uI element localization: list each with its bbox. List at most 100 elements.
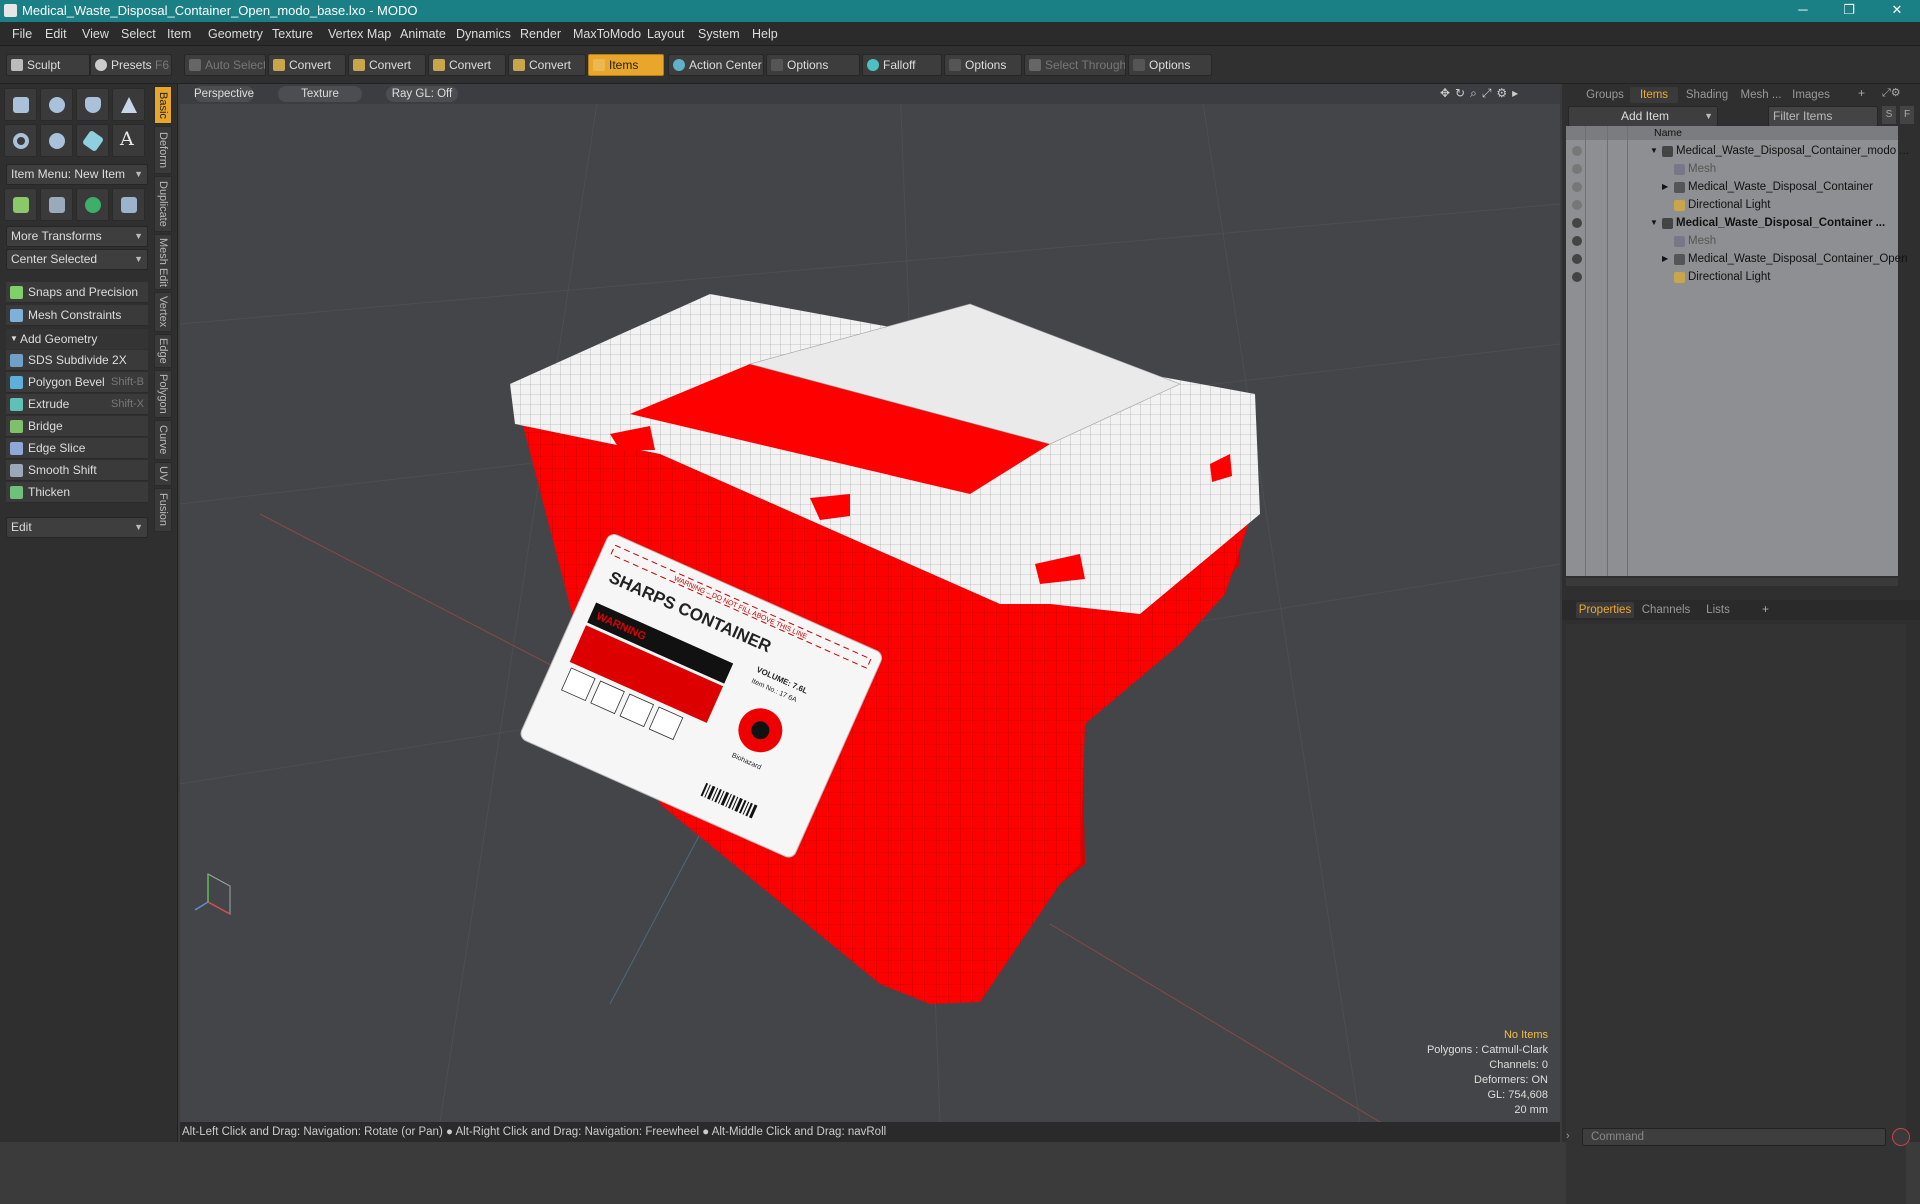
edge-slice-button[interactable]: Edge Slice — [6, 438, 148, 459]
tab-images[interactable]: Images — [1788, 87, 1834, 103]
tab-properties[interactable]: Properties — [1576, 602, 1634, 618]
visibility-eye-icon[interactable] — [1572, 236, 1582, 246]
visibility-eye-icon[interactable] — [1572, 146, 1582, 156]
tab-edge[interactable]: Edge — [154, 334, 172, 368]
tab-channels[interactable]: Channels — [1638, 602, 1694, 618]
tree-row[interactable]: ▼ Medical_Waste_Disposal_Container ... — [1566, 214, 1898, 232]
visibility-eye-icon[interactable] — [1572, 164, 1582, 174]
text-tool-button[interactable]: A — [112, 124, 145, 157]
shading-texture-button[interactable]: Texture — [278, 86, 362, 102]
transform-button[interactable] — [4, 188, 37, 221]
tab-deform[interactable]: Deform — [154, 126, 172, 174]
menu-view[interactable]: View — [82, 27, 109, 41]
tree-row[interactable]: Mesh — [1566, 232, 1898, 250]
tab-duplicate[interactable]: Duplicate — [154, 176, 172, 232]
pen-tool-button[interactable] — [76, 124, 109, 157]
falloff-button[interactable]: Falloff — [862, 54, 942, 76]
action-center-options-button[interactable]: Options — [766, 54, 860, 76]
convert-vertices-button[interactable]: Convert — [268, 54, 346, 76]
add-tab-icon[interactable]: + — [1762, 602, 1769, 616]
maximize-button[interactable]: ❐ — [1826, 0, 1872, 22]
presets-button[interactable]: Presets F6 — [90, 54, 172, 76]
tab-lists[interactable]: Lists — [1698, 602, 1738, 618]
tab-fusion[interactable]: Fusion — [154, 488, 172, 532]
filter-f-button[interactable]: F — [1900, 106, 1914, 124]
expand-icon[interactable]: ▼ — [1650, 214, 1658, 232]
tab-shading[interactable]: Shading — [1680, 87, 1734, 103]
tree-row[interactable]: Mesh — [1566, 160, 1898, 178]
tree-row[interactable]: ▼ Medical_Waste_Disposal_Container_modo .… — [1566, 142, 1909, 160]
items-mode-button[interactable]: Items — [588, 54, 664, 76]
thicken-button[interactable]: Thicken — [6, 482, 148, 503]
snaps-precision-button[interactable]: Snaps and Precision — [6, 282, 148, 303]
sharps-container-model[interactable]: WARNING – DO NOT FILL ABOVE THIS LINE SH… — [510, 294, 1260, 1004]
rotate-button[interactable] — [76, 188, 109, 221]
tab-mesh-edit[interactable]: Mesh Edit — [154, 234, 172, 290]
tab-uv[interactable]: UV — [154, 462, 172, 486]
menu-help[interactable]: Help — [752, 27, 778, 41]
capsule-primitive-button[interactable] — [40, 124, 73, 157]
tree-row[interactable]: Directional Light — [1566, 196, 1898, 214]
scale-button[interactable] — [112, 188, 145, 221]
tab-mesh[interactable]: Mesh ... — [1736, 87, 1786, 103]
filter-s-button[interactable]: S — [1882, 106, 1896, 124]
tree-row[interactable]: Directional Light — [1566, 268, 1898, 286]
menu-texture[interactable]: Texture — [272, 27, 313, 41]
convert-items-button[interactable]: Convert — [508, 54, 586, 76]
menu-layout[interactable]: Layout — [647, 27, 685, 41]
add-geometry-header[interactable]: ▼ Add Geometry — [6, 329, 148, 349]
more-transforms-dropdown[interactable]: More Transforms ▼ — [6, 226, 148, 247]
visibility-eye-icon[interactable] — [1572, 218, 1582, 228]
filter-items-input[interactable]: Filter Items — [1768, 106, 1878, 127]
convert-edges-button[interactable]: Convert — [348, 54, 426, 76]
sds-subdivide-button[interactable]: SDS Subdivide 2X — [6, 350, 148, 371]
record-icon[interactable] — [1892, 1128, 1910, 1146]
visibility-eye-icon[interactable] — [1572, 254, 1582, 264]
menu-render[interactable]: Render — [520, 27, 561, 41]
menu-edit[interactable]: Edit — [45, 27, 67, 41]
item-menu-dropdown[interactable]: Item Menu: New Item ▼ — [6, 164, 148, 185]
add-item-dropdown[interactable]: Add Item ▼ — [1568, 106, 1718, 127]
3d-viewport[interactable]: WARNING – DO NOT FILL ABOVE THIS LINE SH… — [180, 84, 1560, 1122]
menu-geometry[interactable]: Geometry — [208, 27, 263, 41]
expand-icon[interactable]: ▶ — [1662, 250, 1668, 268]
sculpt-button[interactable]: Sculpt — [6, 54, 90, 76]
action-center-button[interactable]: Action Center — [668, 54, 764, 76]
panel-options-icon[interactable]: ⤢⚙ — [1882, 86, 1901, 100]
raygl-toggle[interactable]: Ray GL: Off — [386, 86, 458, 102]
viewport-nav-icons[interactable]: ✥↻⌕⤢⚙▸ — [1440, 86, 1523, 101]
bridge-button[interactable]: Bridge — [6, 416, 148, 437]
menu-maxtomodo[interactable]: MaxToModo — [573, 27, 641, 41]
command-input[interactable]: Command — [1582, 1128, 1886, 1146]
menu-select[interactable]: Select — [121, 27, 156, 41]
tab-groups[interactable]: Groups — [1582, 87, 1628, 103]
falloff-options-button[interactable]: Options — [944, 54, 1022, 76]
tab-polygon[interactable]: Polygon — [154, 370, 172, 418]
menu-vertex-map[interactable]: Vertex Map — [328, 27, 391, 41]
tab-curve[interactable]: Curve — [154, 420, 172, 460]
select-through-options-button[interactable]: Options — [1128, 54, 1212, 76]
expand-icon[interactable]: ▼ — [1650, 142, 1658, 160]
smooth-shift-button[interactable]: Smooth Shift — [6, 460, 148, 481]
cylinder-primitive-button[interactable] — [76, 88, 109, 121]
menu-system[interactable]: System — [698, 27, 740, 41]
cone-primitive-button[interactable] — [112, 88, 145, 121]
auto-select-button[interactable]: Auto Select — [184, 54, 266, 76]
extrude-button[interactable]: Extrude Shift-X — [6, 394, 148, 415]
add-tab-icon[interactable]: + — [1858, 86, 1865, 100]
menu-item[interactable]: Item — [167, 27, 191, 41]
tree-row[interactable]: ▶ Medical_Waste_Disposal_Container — [1566, 178, 1898, 196]
cube-primitive-button[interactable] — [4, 88, 37, 121]
menu-animate[interactable]: Animate — [400, 27, 446, 41]
mesh-constraints-button[interactable]: Mesh Constraints — [6, 305, 148, 326]
tree-scrollbar[interactable] — [1566, 578, 1898, 586]
torus-primitive-button[interactable] — [4, 124, 37, 157]
visibility-eye-icon[interactable] — [1572, 200, 1582, 210]
visibility-eye-icon[interactable] — [1572, 272, 1582, 282]
close-button[interactable]: ✕ — [1874, 0, 1920, 22]
grid-button[interactable] — [40, 188, 73, 221]
convert-polygons-button[interactable]: Convert — [428, 54, 506, 76]
menu-dynamics[interactable]: Dynamics — [456, 27, 511, 41]
expand-icon[interactable]: ▶ — [1662, 178, 1668, 196]
tab-basic[interactable]: Basic — [154, 86, 172, 124]
